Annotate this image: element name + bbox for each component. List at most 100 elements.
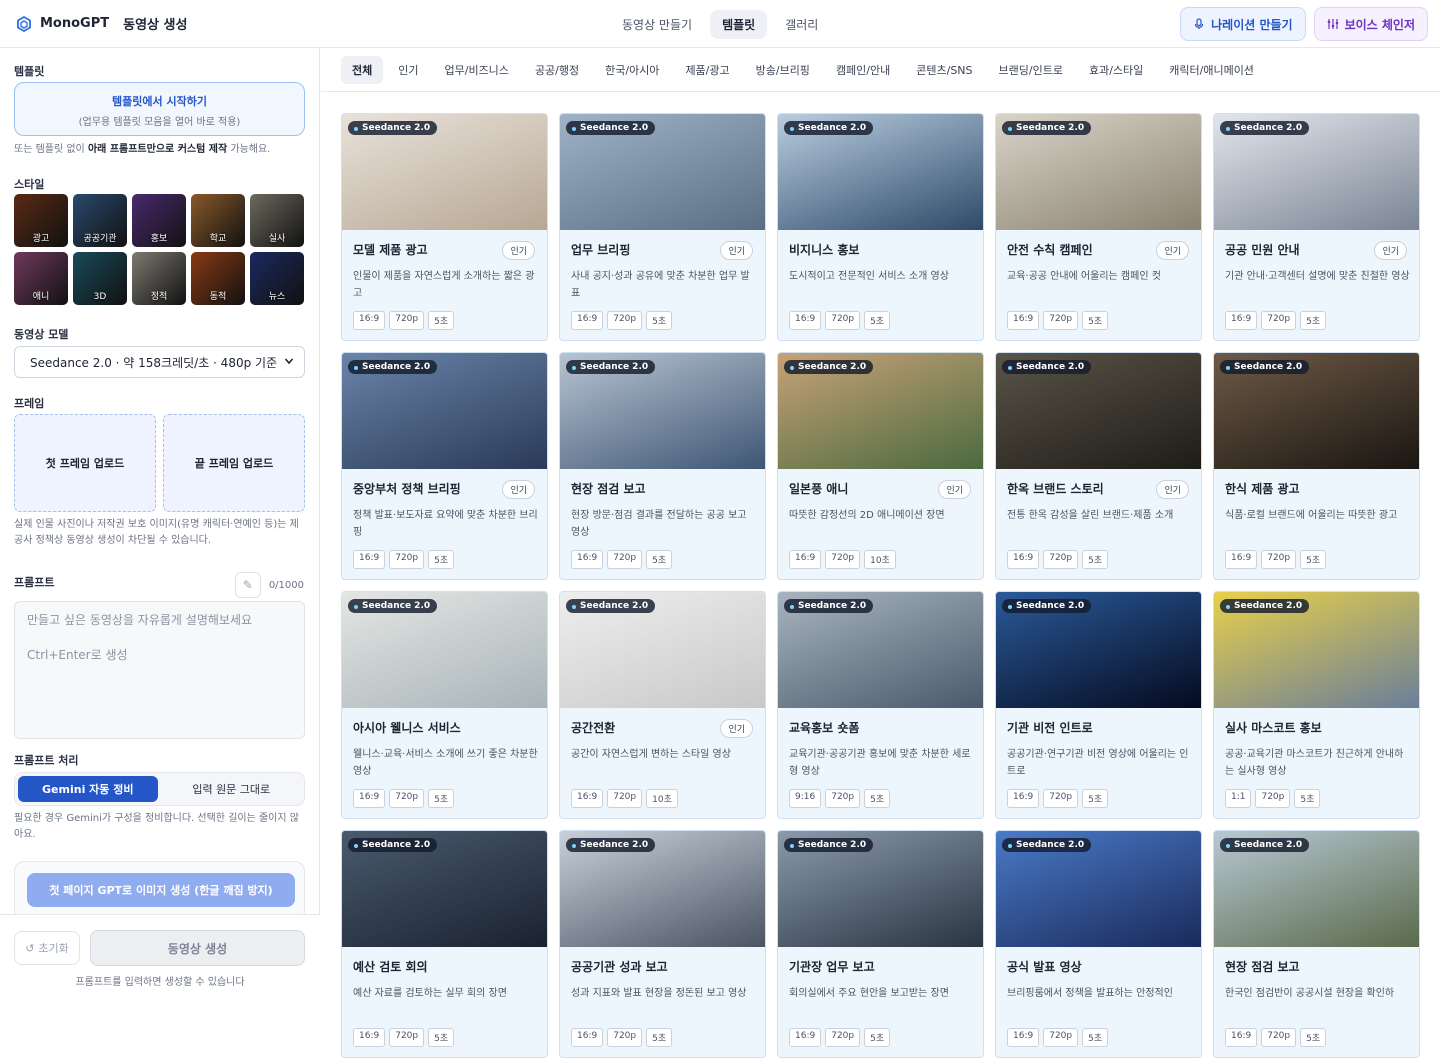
sidebar-scroll[interactable]: 템플릿 템플릿에서 시작하기 (업무용 템플릿 모음을 열어 바로 적용) 또는… bbox=[0, 48, 320, 914]
model-select[interactable]: Seedance 2.0 · 약 158크레딧/초 · 480p 기준 bbox=[14, 346, 305, 378]
template-tag: 16:9 bbox=[1007, 1028, 1040, 1047]
template-card[interactable]: Seedance 2.0 한옥 브랜드 스토리 인기 전통 한옥 감성을 살린 브랜드… bbox=[995, 352, 1202, 580]
template-card[interactable]: Seedance 2.0 한식 제품 광고 식품·로컬 브랜드에 어울리는 따뜻한 … bbox=[1213, 352, 1420, 580]
tab-templates[interactable]: 템플릿 bbox=[710, 10, 768, 39]
category-tab[interactable]: 공공/행정 bbox=[524, 56, 590, 84]
template-card[interactable]: Seedance 2.0 안전 수칙 캠페인 인기 교육·공공 안내에 어울리는 캠페… bbox=[995, 113, 1202, 341]
template-card[interactable]: Seedance 2.0 공식 발표 영상 브리핑룸에서 정책을 발표하는 안정적인… bbox=[995, 830, 1202, 1058]
template-title: 예산 검토 회의 bbox=[353, 960, 428, 974]
style-tile[interactable]: 학교 bbox=[191, 194, 245, 247]
reset-button[interactable]: ↺ 초기화 bbox=[14, 931, 80, 965]
template-card[interactable]: Seedance 2.0 비지니스 홍보 도시적이고 전문적인 서비스 소개 영상 1… bbox=[777, 113, 984, 341]
template-tags: 16:9 720p 5초 bbox=[1007, 550, 1109, 569]
template-description: 예산 자료를 검토하는 실무 회의 장면 bbox=[353, 988, 507, 999]
template-card[interactable]: Seedance 2.0 기관장 업무 보고 회의실에서 주요 현안을 보고받는 장… bbox=[777, 830, 984, 1058]
template-card[interactable]: Seedance 2.0 중앙부처 정책 브리핑 인기 정책 발표·보도자료 요약에 … bbox=[341, 352, 548, 580]
style-tile[interactable]: 뉴스 bbox=[250, 252, 304, 305]
template-card[interactable]: Seedance 2.0 일본풍 애니 인기 따뜻한 감정선의 2D 애니메이션 장면… bbox=[777, 352, 984, 580]
category-tab[interactable]: 콘텐츠/SNS bbox=[905, 56, 983, 84]
template-description: 웰니스·교육·서비스 소개에 쓰기 좋은 차분한 영상 bbox=[353, 749, 538, 777]
template-tag: 16:9 bbox=[353, 1028, 386, 1047]
template-description: 공공기관·연구기관 비전 영상에 어울리는 인트로 bbox=[1007, 749, 1189, 777]
template-description: 도시적이고 전문적인 서비스 소개 영상 bbox=[789, 271, 949, 282]
popular-badge: 인기 bbox=[720, 719, 753, 738]
raw-input-option[interactable]: 입력 원문 그대로 bbox=[162, 776, 302, 802]
template-tag: 16:9 bbox=[1007, 311, 1040, 330]
template-card[interactable]: Seedance 2.0 현장 점검 보고 현장 방문·점검 결과를 전달하는 공공… bbox=[559, 352, 766, 580]
narration-button[interactable]: 나레이션 만들기 bbox=[1180, 7, 1306, 41]
template-start-button[interactable]: 템플릿에서 시작하기 (업무용 템플릿 모음을 열어 바로 적용) bbox=[14, 82, 305, 136]
template-tag: 1:1 bbox=[1225, 789, 1252, 808]
style-tile-label: 애니 bbox=[32, 292, 50, 302]
prompt-textarea[interactable]: 만들고 싶은 동영상을 자유롭게 설명해보세요 Ctrl+Enter로 생성 bbox=[14, 601, 305, 739]
model-label: 동영상 모델 bbox=[14, 328, 69, 341]
template-card[interactable]: Seedance 2.0 교육홍보 숏폼 교육기관·공공기관 홍보에 맞춘 차분한 … bbox=[777, 591, 984, 819]
top-bar: MonoGPT 동영상 생성 동영상 만들기 템플릿 갤러리 나레이션 만들기 … bbox=[0, 0, 1440, 48]
template-thumbnail: Seedance 2.0 bbox=[342, 831, 547, 947]
tab-gallery[interactable]: 갤러리 bbox=[773, 10, 830, 39]
template-thumbnail: Seedance 2.0 bbox=[778, 114, 983, 230]
page-title: 동영상 생성 bbox=[123, 18, 188, 33]
generate-hint: 프롬프트를 입력하면 생성할 수 있습니다 bbox=[75, 977, 245, 988]
template-card[interactable]: Seedance 2.0 공공기관 성과 보고 성과 지표와 발표 현장을 정돈된 … bbox=[559, 830, 766, 1058]
category-tab[interactable]: 제품/광고 bbox=[674, 56, 740, 84]
sliders-icon bbox=[1327, 19, 1338, 29]
model-badge: Seedance 2.0 bbox=[784, 599, 874, 613]
category-tab[interactable]: 한국/아시아 bbox=[594, 56, 670, 84]
template-thumbnail: Seedance 2.0 bbox=[1214, 114, 1419, 230]
template-description: 공공·교육기관 마스코트가 친근하게 안내하는 실사형 영상 bbox=[1225, 749, 1404, 777]
generate-button[interactable]: 동영상 생성 bbox=[90, 930, 305, 966]
style-tile[interactable]: 홍보 bbox=[132, 194, 186, 247]
template-card[interactable]: Seedance 2.0 공공 민원 안내 인기 기관 안내·고객센터 설명에 맞춘 … bbox=[1213, 113, 1420, 341]
category-tab[interactable]: 방송/브리핑 bbox=[745, 56, 821, 84]
template-thumbnail: Seedance 2.0 bbox=[778, 592, 983, 708]
template-tags: 16:9 720p 5초 bbox=[1225, 311, 1327, 330]
template-tag: 16:9 bbox=[789, 1028, 822, 1047]
category-tab[interactable]: 캐릭터/애니메이션 bbox=[1158, 56, 1265, 84]
edit-prompt-button[interactable]: ✎ bbox=[234, 572, 261, 598]
style-tile[interactable]: 공공기관 bbox=[73, 194, 127, 247]
tab-create-video[interactable]: 동영상 만들기 bbox=[610, 10, 704, 39]
template-title: 공공기관 성과 보고 bbox=[571, 960, 668, 974]
style-tile[interactable]: 실사 bbox=[250, 194, 304, 247]
gpt-image-button[interactable]: 첫 페이지 GPT로 이미지 생성 (한글 깨짐 방지) bbox=[27, 873, 295, 907]
template-card[interactable]: Seedance 2.0 실사 마스코트 홍보 공공·교육기관 마스코트가 친근하게… bbox=[1213, 591, 1420, 819]
style-tile[interactable]: 광고 bbox=[14, 194, 68, 247]
template-tags: 16:9 720p 5초 bbox=[1225, 550, 1327, 569]
template-hint-bold: 아래 프롬프트만으로 커스텀 제작 bbox=[87, 144, 228, 155]
category-tab[interactable]: 캠페인/안내 bbox=[825, 56, 901, 84]
style-tile[interactable]: 정적 bbox=[132, 252, 186, 305]
style-tile[interactable]: 3D bbox=[73, 252, 127, 305]
style-tile[interactable]: 애니 bbox=[14, 252, 68, 305]
template-card[interactable]: Seedance 2.0 공간전환 인기 공간이 자연스럽게 변하는 스타일 영상 16… bbox=[559, 591, 766, 819]
category-tab[interactable]: 업무/비즈니스 bbox=[434, 56, 520, 84]
template-card[interactable]: Seedance 2.0 아시아 웰니스 서비스 웰니스·교육·서비스 소개에 쓰기… bbox=[341, 591, 548, 819]
voice-changer-button[interactable]: 보이스 체인저 bbox=[1313, 7, 1428, 41]
template-tags: 16:9 720p 5초 bbox=[353, 789, 455, 808]
template-card[interactable]: Seedance 2.0 현장 점검 보고 한국인 점검반이 공공시설 현장을 확인… bbox=[1213, 830, 1420, 1058]
template-tags: 16:9 720p 5초 bbox=[789, 1028, 891, 1047]
template-card[interactable]: Seedance 2.0 업무 브리핑 인기 사내 공지·성과 공유에 맞춘 차분한 … bbox=[559, 113, 766, 341]
category-tab[interactable]: 브랜딩/인트로 bbox=[988, 56, 1074, 84]
template-card[interactable]: Seedance 2.0 모델 제품 광고 인기 인물이 제품을 자연스럽게 소개하는… bbox=[341, 113, 548, 341]
style-tile[interactable]: 동적 bbox=[191, 252, 245, 305]
gemini-auto-option[interactable]: Gemini 자동 정비 bbox=[18, 776, 158, 802]
template-tags: 16:9 720p 5초 bbox=[353, 550, 455, 569]
popular-badge: 인기 bbox=[1156, 480, 1189, 499]
template-thumbnail: Seedance 2.0 bbox=[1214, 353, 1419, 469]
last-frame-upload[interactable]: 끝 프레임 업로드 bbox=[163, 414, 305, 512]
template-card[interactable]: Seedance 2.0 기관 비전 인트로 공공기관·연구기관 비전 영상에 어울… bbox=[995, 591, 1202, 819]
template-card[interactable]: Seedance 2.0 예산 검토 회의예산 자료를 검토하는 실무 회의 장면… bbox=[341, 830, 548, 1058]
category-tab[interactable]: 인기 bbox=[387, 56, 429, 84]
logo[interactable]: MonoGPT 동영상 생성 bbox=[16, 14, 187, 33]
template-tags: 16:9 720p 5초 bbox=[353, 311, 455, 330]
template-tag: 5초 bbox=[428, 1028, 455, 1047]
style-tile-label: 동적 bbox=[209, 292, 227, 302]
category-tab[interactable]: 효과/스타일 bbox=[1078, 56, 1154, 84]
reset-label: 초기화 bbox=[38, 942, 69, 955]
prompt-placeholder-2: Ctrl+Enter로 생성 bbox=[27, 648, 128, 662]
category-tab[interactable]: 전체 bbox=[341, 55, 384, 84]
model-badge: Seedance 2.0 bbox=[348, 599, 438, 613]
template-tag: 16:9 bbox=[1007, 550, 1040, 569]
first-frame-upload[interactable]: 첫 프레임 업로드 bbox=[14, 414, 156, 512]
